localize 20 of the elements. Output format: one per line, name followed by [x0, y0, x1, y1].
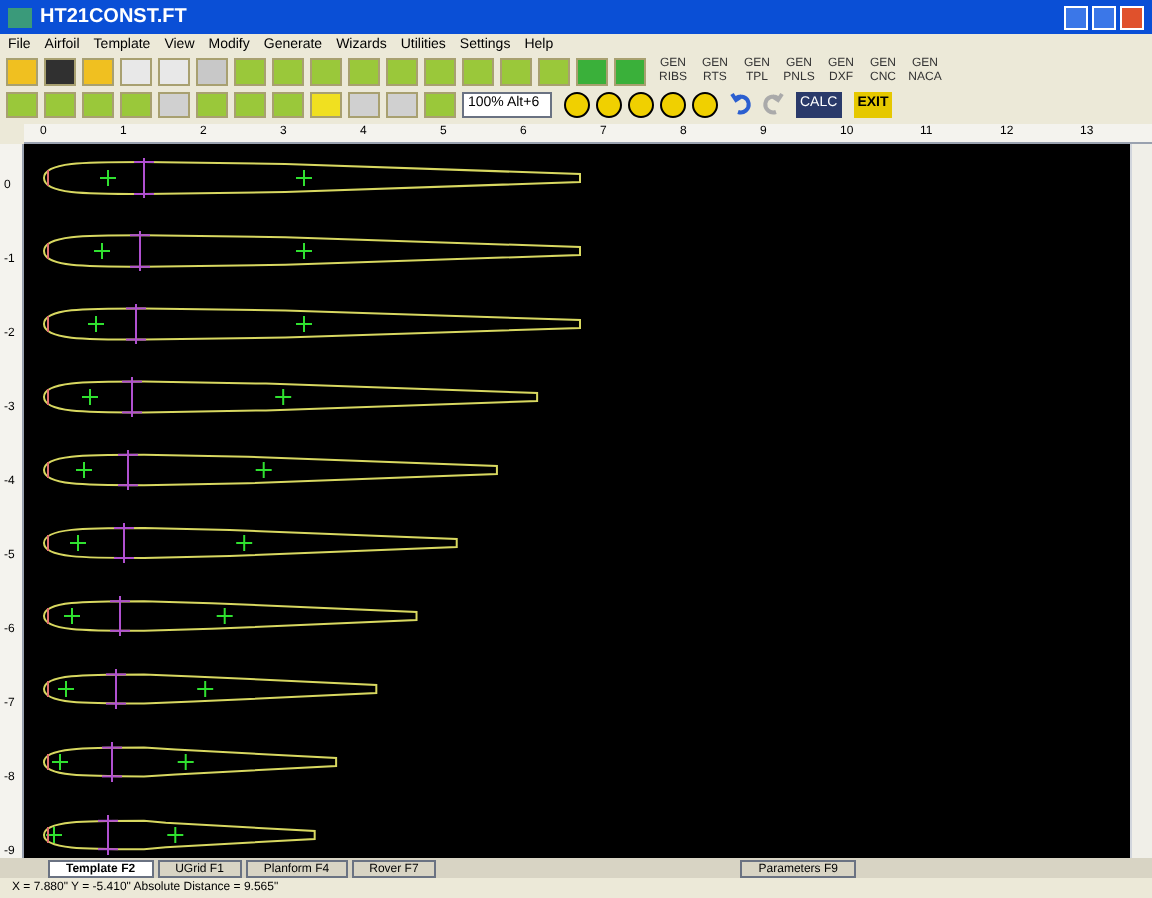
toolbar-icon[interactable] — [424, 91, 456, 117]
toolbar-icon[interactable] — [348, 91, 380, 117]
toolbar-icon[interactable] — [234, 91, 266, 117]
toolbar-icon[interactable] — [44, 91, 76, 117]
toolbar-icon[interactable] — [272, 91, 304, 117]
toolbar-icon[interactable] — [386, 91, 418, 117]
minimize-button[interactable] — [1064, 5, 1088, 29]
window-title: HT21CONST.FT — [40, 4, 187, 32]
toolbar-icon[interactable] — [82, 91, 114, 117]
app-icon — [8, 7, 32, 27]
toolbar-icon[interactable] — [196, 91, 228, 117]
maximize-button[interactable] — [1092, 5, 1116, 29]
toolbar-icon[interactable] — [158, 91, 190, 117]
toolbar-icon[interactable] — [44, 58, 76, 86]
toolbar-icon[interactable] — [310, 91, 342, 117]
vertical-scrollbar[interactable] — [1130, 144, 1152, 858]
undo-icon[interactable] — [730, 92, 754, 116]
toolbar-icon[interactable] — [120, 91, 152, 117]
toolbar-icon[interactable] — [6, 91, 38, 117]
close-button[interactable] — [1120, 5, 1144, 29]
